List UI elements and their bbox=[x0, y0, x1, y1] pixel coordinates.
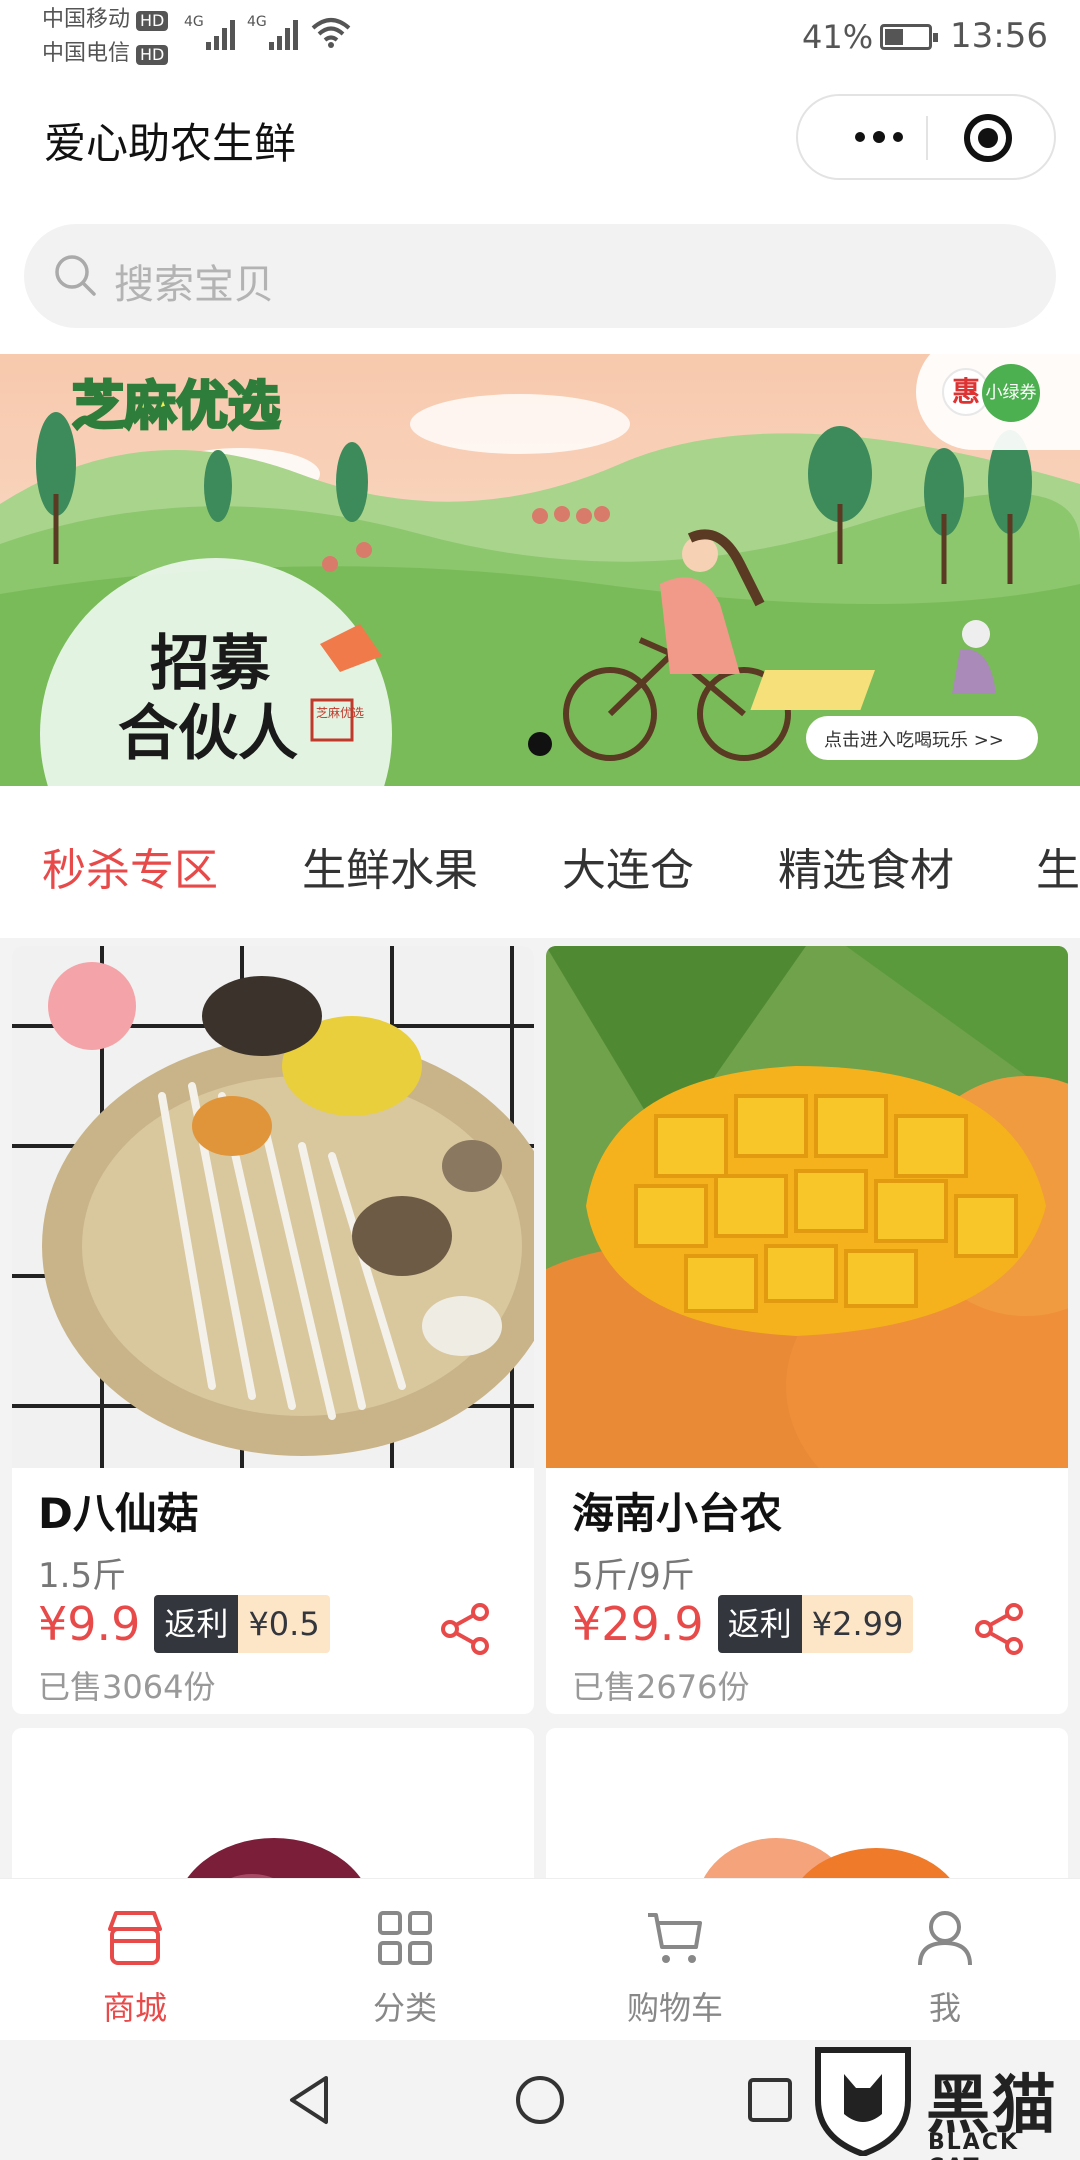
rebate-label: 返利 bbox=[717, 1595, 802, 1653]
carrier-1-name: 中国移动 bbox=[42, 7, 131, 32]
share-icon[interactable] bbox=[438, 1602, 492, 1656]
rebate-value: ¥2.99 bbox=[801, 1595, 914, 1653]
rebate-badge: 返利 ¥2.99 bbox=[717, 1595, 914, 1653]
capsule-menu bbox=[796, 94, 1056, 180]
tab-category-label: 分类 bbox=[372, 1989, 437, 2027]
product-card[interactable] bbox=[12, 1728, 534, 1888]
watermark: 黑猫 BLACK CAT bbox=[808, 2044, 1080, 2160]
more-options-button[interactable] bbox=[834, 96, 924, 178]
product-name: 海南小台农 bbox=[572, 1489, 783, 1538]
clock: 13:56 bbox=[950, 16, 1048, 56]
close-miniprogram-button[interactable] bbox=[964, 114, 1012, 162]
watermark-en: BLACK CAT bbox=[928, 2130, 1020, 2160]
product-spec: 5斤/9斤 bbox=[572, 1556, 695, 1596]
price-row: ¥9.9 返利 ¥0.5 bbox=[38, 1594, 330, 1654]
home-icon[interactable] bbox=[514, 2074, 566, 2126]
tab-selected-ingredients[interactable]: 精选食材 bbox=[778, 834, 954, 898]
dot-icon bbox=[893, 132, 903, 142]
recents-icon[interactable] bbox=[746, 2076, 794, 2124]
product-name: D八仙菇 bbox=[38, 1489, 199, 1538]
bottom-tab-bar: 商城 分类 购物车 我 bbox=[0, 1878, 1080, 2040]
tab-cart-label: 购物车 bbox=[626, 1989, 723, 2027]
price-row: ¥29.9 返利 ¥2.99 bbox=[572, 1594, 914, 1654]
sold-count: 已售3064份 bbox=[38, 1668, 216, 1706]
product-card[interactable] bbox=[546, 1728, 1068, 1888]
battery-percent: 41% bbox=[802, 18, 874, 56]
search-input[interactable]: 搜索宝贝 bbox=[24, 224, 1056, 328]
product-image[interactable] bbox=[12, 1728, 534, 1888]
carousel-dot[interactable] bbox=[528, 732, 552, 756]
product-price: ¥29.9 bbox=[572, 1597, 704, 1651]
tab-cart[interactable]: 购物车 bbox=[540, 1879, 810, 2041]
carrier-1: 中国移动 HD bbox=[42, 6, 169, 34]
tab-store-label: 商城 bbox=[102, 1989, 167, 2027]
search-icon bbox=[55, 255, 96, 296]
banner-cta[interactable]: 点击进入吃喝玩乐 >> bbox=[824, 730, 1004, 751]
tab-dalian-warehouse[interactable]: 大连仓 bbox=[562, 834, 694, 898]
store-icon bbox=[108, 1911, 162, 1965]
rebate-badge: 返利 ¥0.5 bbox=[154, 1595, 330, 1653]
coupon-badge-label: 小绿券 bbox=[982, 364, 1040, 422]
carrier-2: 中国电信 HD bbox=[42, 40, 169, 68]
product-spec: 1.5斤 bbox=[38, 1556, 127, 1596]
capsule-divider bbox=[926, 116, 928, 160]
battery-fill bbox=[885, 29, 904, 45]
hd-badge: HD bbox=[136, 11, 169, 31]
banner-seal: 芝麻优选 bbox=[316, 705, 364, 720]
banner-illustration: 芝麻优选 招募 合伙人 芝麻优选 点击进入吃喝玩乐 >> bbox=[0, 354, 1080, 786]
share-icon[interactable] bbox=[972, 1602, 1026, 1656]
network-type: 4G bbox=[184, 14, 204, 30]
product-card[interactable]: D八仙菇 1.5斤 ¥9.9 返利 ¥0.5 已售3064份 bbox=[12, 946, 534, 1714]
search-section: 搜索宝贝 bbox=[0, 198, 1080, 354]
signal-icon: 4G bbox=[247, 14, 298, 50]
back-icon[interactable] bbox=[286, 2074, 332, 2126]
tab-me[interactable]: 我 bbox=[810, 1879, 1080, 2041]
banner-headline-2: 合伙人 bbox=[118, 699, 298, 769]
coupon-float-button[interactable]: 惠 小绿券 bbox=[916, 334, 1080, 450]
tab-store[interactable]: 商城 bbox=[0, 1879, 270, 2041]
dot-icon bbox=[855, 132, 865, 142]
tab-fresh-fruit[interactable]: 生鲜水果 bbox=[302, 834, 478, 898]
mini-program-header: 爱心助农生鲜 bbox=[0, 80, 1080, 198]
grid-icon bbox=[378, 1911, 432, 1965]
banner-brand: 芝麻优选 bbox=[72, 377, 280, 437]
person-icon bbox=[918, 1911, 972, 1966]
dot-icon bbox=[873, 131, 885, 143]
cart-icon bbox=[648, 1913, 702, 1963]
hd-badge: HD bbox=[136, 45, 169, 65]
network-type: 4G bbox=[247, 14, 267, 30]
page-title: 爱心助农生鲜 bbox=[44, 119, 297, 168]
tab-category[interactable]: 分类 bbox=[270, 1879, 540, 2041]
black-cat-shield-icon bbox=[815, 2047, 911, 2158]
tab-seckill[interactable]: 秒杀专区 bbox=[42, 834, 218, 898]
sold-count: 已售2676份 bbox=[572, 1668, 750, 1706]
rebate-value: ¥0.5 bbox=[238, 1595, 330, 1653]
signal-icon: 4G bbox=[184, 14, 235, 50]
product-price: ¥9.9 bbox=[38, 1597, 141, 1651]
promo-banner[interactable]: 芝麻优选 招募 合伙人 芝麻优选 点击进入吃喝玩乐 >> bbox=[0, 354, 1080, 786]
category-tabs: 秒杀专区 生鲜水果 大连仓 精选食材 生 bbox=[0, 786, 1080, 938]
app-page: 中国移动 HD 中国电信 HD 4G 4G 41% 13:56 爱心助农生鲜 搜… bbox=[0, 0, 1080, 2160]
product-image[interactable] bbox=[546, 946, 1068, 1468]
signal-indicators: 4G 4G bbox=[184, 14, 352, 50]
tab-more[interactable]: 生 bbox=[1036, 834, 1080, 898]
tab-me-label: 我 bbox=[928, 1989, 961, 2027]
status-bar: 中国移动 HD 中国电信 HD 4G 4G 41% 13:56 bbox=[0, 0, 1080, 80]
banner-headline-1: 招募 bbox=[150, 629, 271, 699]
product-card[interactable]: 海南小台农 5斤/9斤 ¥29.9 返利 ¥2.99 已售2676份 bbox=[546, 946, 1068, 1714]
wifi-icon bbox=[311, 18, 351, 48]
carrier-2-name: 中国电信 bbox=[42, 41, 131, 66]
search-placeholder: 搜索宝贝 bbox=[114, 262, 274, 308]
battery-icon bbox=[880, 24, 938, 50]
product-image[interactable] bbox=[12, 946, 534, 1468]
rebate-label: 返利 bbox=[154, 1595, 239, 1653]
product-image[interactable] bbox=[546, 1728, 1068, 1888]
